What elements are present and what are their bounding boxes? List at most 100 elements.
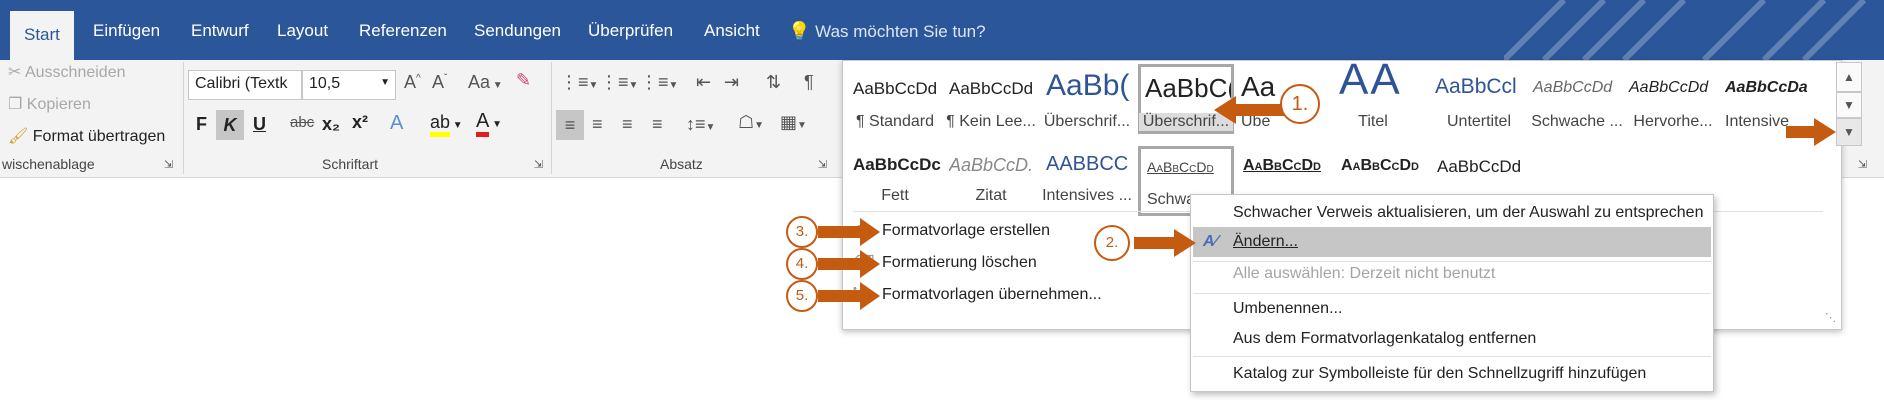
menu-item-add-to-quick-access[interactable]: Katalog zur Symbolleiste für den Schnell… bbox=[1191, 359, 1713, 389]
style-name-hervorhebung: Hervorhe... bbox=[1633, 113, 1713, 130]
bold-button[interactable]: F bbox=[196, 114, 207, 135]
style-preview-kein-leerraum[interactable]: AaBbCcDd bbox=[949, 79, 1033, 99]
style-preview-schwacher-verweis[interactable]: AaBbCcDd bbox=[1147, 159, 1231, 175]
borders-icon[interactable]: ▦▼ bbox=[780, 112, 807, 133]
menu-item-update-style[interactable]: Schwacher Verweis aktualisieren, um der … bbox=[1191, 198, 1713, 228]
numbering-icon[interactable]: ⋮≡▼ bbox=[600, 72, 638, 93]
italic-button[interactable]: K bbox=[216, 110, 244, 140]
align-center-icon[interactable]: ≡ bbox=[592, 114, 603, 135]
tell-me-box[interactable]: 💡 Was möchten Sie tun? bbox=[788, 10, 986, 52]
font-name-combo[interactable]: Calibri (Textk bbox=[188, 70, 302, 100]
tab-start[interactable]: Start bbox=[10, 11, 74, 60]
style-preview-intensive-hervorhebung[interactable]: AaBbCcDa bbox=[1725, 79, 1815, 97]
style-preview-standard[interactable]: AaBbCcDd bbox=[853, 79, 937, 99]
style-preview-schwache-hervorhebung[interactable]: AaBbCcDd bbox=[1533, 79, 1612, 97]
scissors-icon: ✂ bbox=[8, 64, 22, 81]
gallery-more-button[interactable]: ▼ bbox=[1836, 118, 1862, 146]
group-label-clipboard: wischenablage bbox=[2, 156, 95, 172]
tab-sendungen[interactable]: Sendungen bbox=[474, 10, 561, 52]
tab-entwurf[interactable]: Entwurf bbox=[191, 10, 249, 52]
style-name-zitat: Zitat bbox=[975, 187, 1007, 204]
strikethrough-button[interactable]: abc bbox=[290, 114, 314, 131]
menu-item-label: Schwacher Verweis aktualisieren, um der … bbox=[1233, 204, 1704, 221]
gallery-scroll-down-button[interactable]: ▼ bbox=[1836, 92, 1862, 118]
tab-referenzen[interactable]: Referenzen bbox=[359, 10, 447, 52]
increase-indent-icon[interactable]: ⇥ bbox=[724, 72, 739, 93]
modify-style-icon: A⁄ bbox=[1203, 233, 1218, 250]
style-preview-intensiver-verweis[interactable]: AaBbCcDd bbox=[1243, 157, 1321, 175]
style-preview-zitat[interactable]: AaBbCcD. bbox=[949, 155, 1041, 176]
style-preview-listenabsatz[interactable]: AaBbCcDd bbox=[1437, 157, 1521, 177]
copy-button[interactable]: ❐ Kopieren bbox=[8, 94, 91, 114]
style-preview-intensives-zitat[interactable]: AABBCC bbox=[1046, 153, 1128, 176]
menu-item-remove-from-gallery[interactable]: Aus dem Formatvorlagenkatalog entfernen bbox=[1191, 324, 1713, 354]
style-name-titel: Titel bbox=[1358, 113, 1388, 130]
lightbulb-icon: 💡 bbox=[788, 21, 811, 41]
style-preview-buchtitel[interactable]: AaBbCcDd bbox=[1341, 157, 1419, 175]
text-effects-icon[interactable]: A bbox=[390, 112, 403, 135]
style-preview-titel[interactable]: AA bbox=[1339, 55, 1402, 105]
grow-font-icon[interactable]: A^ bbox=[404, 72, 421, 93]
change-case-button[interactable]: Aa ▼ bbox=[468, 72, 503, 93]
group-divider bbox=[551, 62, 552, 174]
group-divider bbox=[183, 62, 184, 174]
cut-button[interactable]: ✂ Ausschneiden bbox=[8, 62, 125, 82]
gallery-scroll-up-button[interactable]: ▲ bbox=[1836, 62, 1862, 92]
superscript-button[interactable]: x² bbox=[352, 112, 368, 133]
menu-item-apply-styles[interactable]: ℹ Formatvorlagen übernehmen... bbox=[850, 280, 1190, 310]
dialog-launcher-icon[interactable]: ⇲ bbox=[534, 158, 543, 171]
menu-item-rename[interactable]: Umbenennen... bbox=[1191, 294, 1713, 324]
menu-separator bbox=[1193, 356, 1711, 357]
clear-formatting-icon[interactable]: ✎ bbox=[516, 70, 531, 91]
subscript-button[interactable]: x₂ bbox=[322, 114, 340, 135]
resize-grip-icon[interactable]: ⋱ bbox=[1825, 311, 1836, 324]
group-label-font: Schriftart bbox=[322, 156, 379, 172]
style-name-schwache-hervorhebung: Schwache ... bbox=[1531, 113, 1623, 130]
style-preview-hervorhebung[interactable]: AaBbCcDd bbox=[1629, 79, 1708, 97]
group-label-paragraph: Absatz bbox=[660, 156, 703, 172]
paintbrush-icon: 🖌 bbox=[8, 128, 29, 145]
bullets-icon[interactable]: ⋮≡▼ bbox=[560, 72, 598, 93]
style-name-intensives-zitat: Intensives ... bbox=[1042, 187, 1132, 204]
sort-icon[interactable]: ⇅ bbox=[766, 72, 781, 93]
line-spacing-icon[interactable]: ↕≡▼ bbox=[686, 114, 715, 135]
highlight-color-icon[interactable]: ab ▼ bbox=[430, 112, 463, 137]
show-formatting-icon[interactable]: ¶ bbox=[804, 72, 814, 93]
tab-layout[interactable]: Layout bbox=[277, 10, 328, 52]
font-color-icon[interactable]: A ▼ bbox=[476, 110, 502, 137]
menu-item-clear-formatting[interactable]: ⌫ Formatierung löschen bbox=[850, 248, 1190, 278]
font-size-value: 10,5 bbox=[309, 75, 341, 92]
shrink-font-icon[interactable]: Aˇ bbox=[432, 72, 447, 93]
dialog-launcher-icon[interactable]: ⇲ bbox=[1858, 158, 1867, 171]
style-preview-ueberschrift-1[interactable]: AaBb( bbox=[1046, 69, 1132, 103]
dialog-launcher-icon[interactable]: ⇲ bbox=[818, 158, 827, 171]
style-preview-untertitel[interactable]: AaBbCcl bbox=[1435, 75, 1517, 99]
shading-icon[interactable]: ☖▼ bbox=[738, 112, 764, 133]
menu-item-select-all[interactable]: Alle auswählen: Derzeit nicht benutzt bbox=[1191, 259, 1713, 289]
annotation-step-2: 2. bbox=[1094, 225, 1130, 261]
multilevel-list-icon[interactable]: ⋮≡▼ bbox=[640, 72, 678, 93]
format-painter-button[interactable]: 🖌 Format übertragen bbox=[8, 126, 165, 146]
style-preview-fett[interactable]: AaBbCcDc bbox=[853, 155, 945, 175]
menu-item-label: Formatvorlage erstellen bbox=[882, 222, 1051, 239]
dialog-launcher-icon[interactable]: ⇲ bbox=[164, 158, 173, 171]
annotation-step-4: 4. bbox=[786, 248, 818, 280]
align-left-icon[interactable]: ≡ bbox=[556, 110, 584, 140]
decrease-indent-icon[interactable]: ⇤ bbox=[696, 72, 711, 93]
tab-ueberpruefen[interactable]: Überprüfen bbox=[588, 10, 673, 52]
menu-item-label: Formatierung löschen bbox=[882, 254, 1037, 271]
menu-item-label: Umbenennen... bbox=[1233, 300, 1343, 317]
tab-einfuegen[interactable]: Einfügen bbox=[93, 10, 160, 52]
menu-item-modify[interactable]: A⁄ Ändern... bbox=[1193, 227, 1711, 257]
justify-icon[interactable]: ≡ bbox=[652, 114, 663, 135]
tab-ansicht[interactable]: Ansicht bbox=[704, 10, 760, 52]
annotation-step-1: 1. bbox=[1280, 84, 1320, 124]
align-right-icon[interactable]: ≡ bbox=[622, 114, 633, 135]
underline-button[interactable]: U bbox=[253, 114, 266, 135]
font-size-combo[interactable]: 10,5 ▼ bbox=[302, 70, 396, 100]
word-window: Start Einfügen Entwurf Layout Referenzen… bbox=[0, 0, 1884, 400]
format-painter-label: Format übertragen bbox=[32, 128, 166, 145]
style-name-untertitel: Untertitel bbox=[1446, 113, 1512, 130]
style-name-kein-leerraum: ¶ Kein Lee... bbox=[946, 113, 1036, 130]
style-preview-ueberschrift-3[interactable]: Aa bbox=[1241, 71, 1275, 103]
